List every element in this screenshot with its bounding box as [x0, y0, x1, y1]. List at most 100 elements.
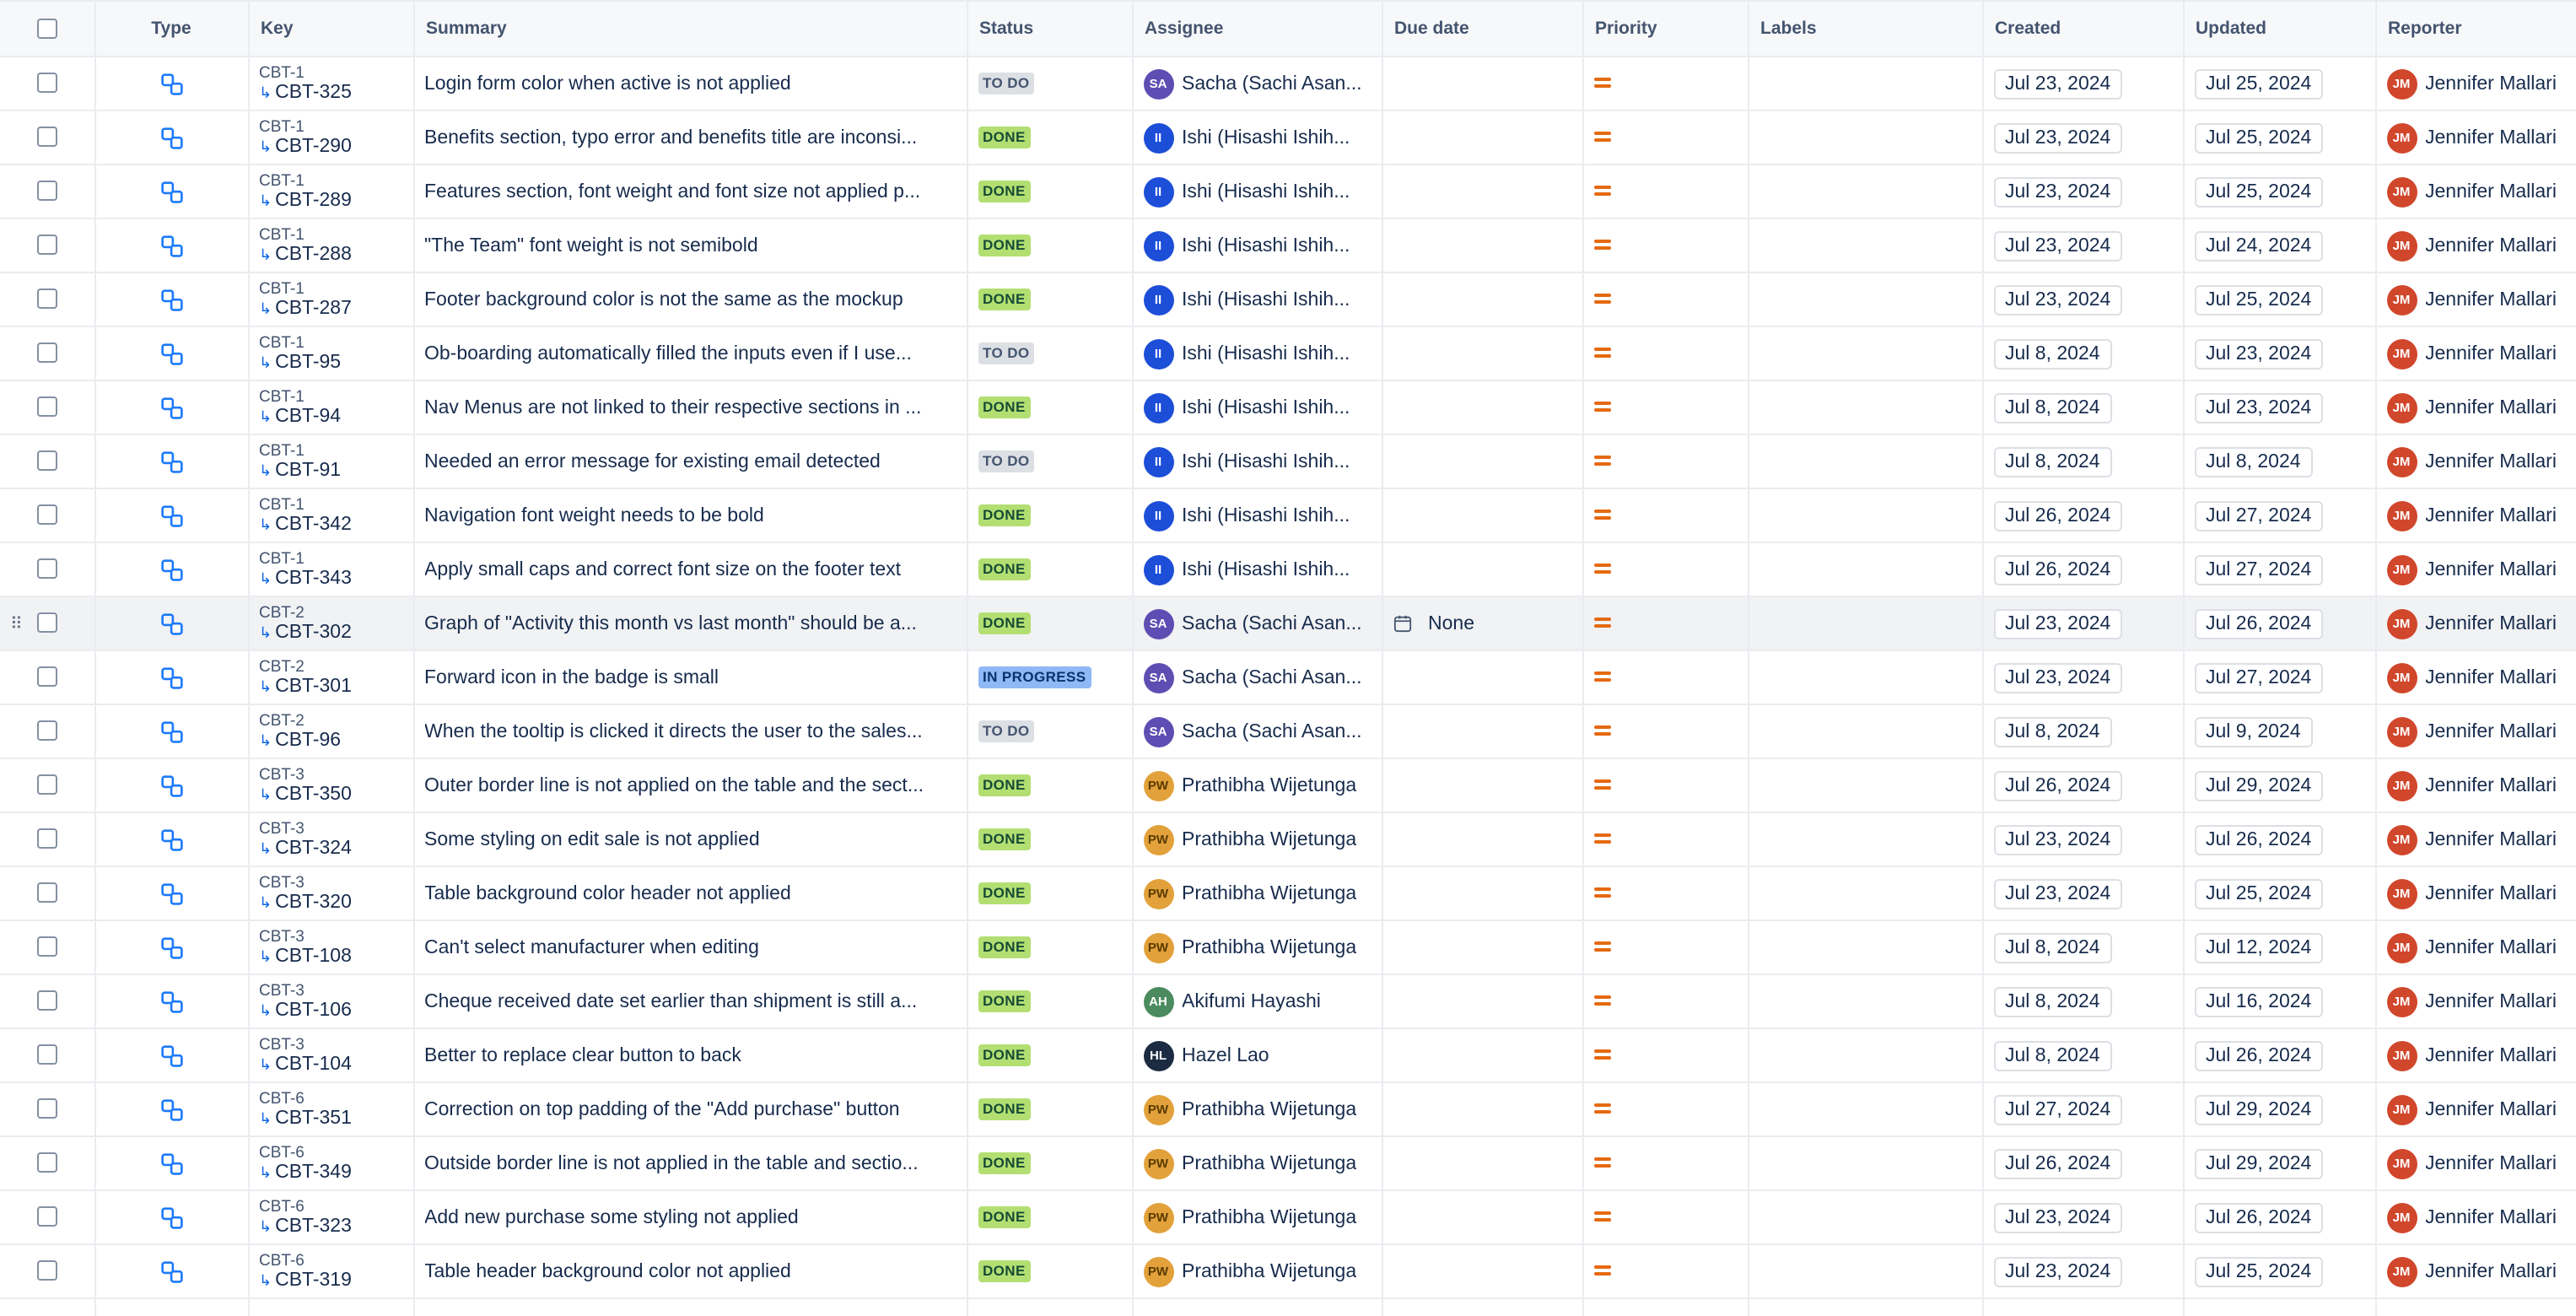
labels-cell[interactable]	[1748, 218, 1983, 273]
col-header-status[interactable]: Status	[967, 0, 1133, 57]
status-badge[interactable]: DONE	[978, 396, 1031, 418]
priority-cell[interactable]	[1582, 1082, 1749, 1137]
priority-cell[interactable]	[1582, 1244, 1749, 1299]
assignee-cell[interactable]: PW Prathibha Wijetunga	[1132, 1082, 1382, 1137]
due-date-cell[interactable]	[1382, 542, 1583, 597]
reporter-cell[interactable]: JM Jennifer Mallari	[2375, 1136, 2576, 1191]
labels-cell[interactable]	[1748, 542, 1983, 597]
reporter-cell[interactable]: JM Jennifer Mallari	[2375, 704, 2576, 759]
row-checkbox[interactable]	[36, 289, 57, 310]
reporter-cell[interactable]: JM Jennifer Mallari	[2375, 596, 2576, 651]
assignee-cell[interactable]: II Ishi (Hisashi Ishih...	[1132, 218, 1382, 273]
assignee-cell[interactable]: HL Hazel Lao	[1132, 1028, 1382, 1083]
summary-cell[interactable]: Login form color when active is not appl…	[413, 57, 967, 111]
labels-cell[interactable]	[1748, 1190, 1983, 1245]
labels-cell[interactable]	[1748, 974, 1983, 1029]
issue-key-link[interactable]: CBT-325	[275, 83, 352, 103]
status-cell[interactable]: DONE	[967, 111, 1133, 165]
drag-handle-icon[interactable]: ⠿	[10, 616, 23, 634]
status-cell[interactable]: TO DO	[967, 704, 1133, 759]
summary-cell[interactable]: Apply small caps and correct font size o…	[413, 542, 967, 597]
row-checkbox[interactable]	[36, 990, 57, 1011]
priority-cell[interactable]	[1582, 920, 1749, 975]
priority-cell[interactable]	[1582, 542, 1749, 597]
status-cell[interactable]: DONE	[967, 1244, 1133, 1299]
table-row[interactable]: CBT-3 ↳ CBT-320 Table background color he…	[0, 866, 2576, 921]
labels-cell[interactable]	[1748, 650, 1983, 705]
status-cell[interactable]: DONE	[967, 380, 1133, 435]
table-row[interactable]: CBT-3 ↳ CBT-350 Outer border line is not …	[0, 758, 2576, 813]
labels-cell[interactable]	[1748, 758, 1983, 813]
parent-key[interactable]: CBT-1	[259, 280, 402, 299]
summary-cell[interactable]: Table header background color not applie…	[413, 1244, 967, 1299]
reporter-cell[interactable]: JM Jennifer Mallari	[2375, 272, 2576, 327]
summary-text[interactable]: Cheque received date set earlier than sh…	[424, 991, 956, 1011]
parent-key[interactable]: CBT-1	[259, 172, 402, 191]
status-badge[interactable]: DONE	[978, 289, 1031, 310]
summary-text[interactable]: Footer background color is not the same …	[424, 289, 956, 310]
reporter-cell[interactable]: JM Jennifer Mallari	[2375, 1190, 2576, 1245]
labels-cell[interactable]	[1748, 1028, 1983, 1083]
priority-cell[interactable]	[1582, 218, 1749, 273]
summary-text[interactable]: Add new purchase some styling not applie…	[424, 1207, 956, 1227]
due-date-cell[interactable]: None	[1382, 596, 1583, 651]
priority-cell[interactable]	[1582, 272, 1749, 327]
assignee-cell[interactable]: II Ishi (Hisashi Ishih...	[1132, 380, 1382, 435]
summary-text[interactable]: Apply small caps and correct font size o…	[424, 559, 956, 580]
issue-key-link[interactable]: CBT-94	[275, 407, 341, 427]
summary-text[interactable]: Outer border line is not applied on the …	[424, 775, 956, 796]
table-row[interactable]: CBT-1 ↳ CBT-325 Login form color when act…	[0, 57, 2576, 111]
priority-cell[interactable]	[1582, 974, 1749, 1029]
summary-cell[interactable]: Some styling on edit sale is not applied	[413, 812, 967, 867]
status-badge[interactable]: DONE	[978, 774, 1031, 796]
parent-key[interactable]: CBT-3	[259, 874, 402, 893]
row-checkbox[interactable]	[36, 73, 57, 94]
status-badge[interactable]: IN PROGRESS	[978, 666, 1091, 688]
assignee-cell[interactable]: II Ishi (Hisashi Ishih...	[1132, 164, 1382, 219]
issue-key-link[interactable]: CBT-319	[275, 1270, 352, 1291]
status-cell[interactable]: DONE	[967, 1028, 1133, 1083]
issue-key-link[interactable]: CBT-320	[275, 893, 352, 913]
issue-key-link[interactable]: CBT-350	[275, 785, 352, 805]
due-date-cell[interactable]	[1382, 164, 1583, 219]
issue-key-link[interactable]: CBT-301	[275, 677, 352, 697]
status-badge[interactable]: DONE	[978, 504, 1031, 526]
reporter-cell[interactable]: JM Jennifer Mallari	[2375, 380, 2576, 435]
labels-cell[interactable]	[1748, 704, 1983, 759]
table-row[interactable]: CBT-1 ↳ CBT-94 Nav Menus are not linked t…	[0, 380, 2576, 435]
summary-text[interactable]: Login form color when active is not appl…	[424, 73, 956, 94]
parent-key[interactable]: CBT-2	[259, 712, 402, 731]
row-checkbox[interactable]	[36, 936, 57, 957]
summary-cell[interactable]: Outer border line is not applied on the …	[413, 758, 967, 813]
col-header-priority[interactable]: Priority	[1582, 0, 1749, 57]
parent-key[interactable]: CBT-6	[259, 1144, 402, 1162]
col-header-summary[interactable]: Summary	[413, 0, 967, 57]
row-checkbox[interactable]	[36, 720, 57, 742]
due-date-cell[interactable]	[1382, 974, 1583, 1029]
parent-key[interactable]: CBT-2	[259, 658, 402, 677]
due-date-cell[interactable]	[1382, 488, 1583, 543]
assignee-cell[interactable]: SA Sacha (Sachi Asan...	[1132, 650, 1382, 705]
summary-text[interactable]: Graph of "Activity this month vs last mo…	[424, 613, 956, 634]
summary-cell[interactable]: Table background color header not applie…	[413, 866, 967, 921]
issue-key-link[interactable]: CBT-349	[275, 1162, 352, 1183]
reporter-cell[interactable]: JM Jennifer Mallari	[2375, 326, 2576, 381]
summary-text[interactable]: When the tooltip is clicked it directs t…	[424, 721, 956, 742]
status-badge[interactable]: DONE	[978, 828, 1031, 850]
labels-cell[interactable]	[1748, 434, 1983, 489]
parent-key[interactable]: CBT-6	[259, 1198, 402, 1216]
status-cell[interactable]: TO DO	[967, 57, 1133, 111]
assignee-cell[interactable]: II Ishi (Hisashi Ishih...	[1132, 488, 1382, 543]
issue-key-link[interactable]: CBT-106	[275, 1000, 352, 1021]
issue-key-link[interactable]: CBT-91	[275, 461, 341, 481]
col-header-reporter[interactable]: Reporter	[2375, 0, 2576, 57]
parent-key[interactable]: CBT-2	[259, 604, 402, 623]
priority-cell[interactable]	[1582, 704, 1749, 759]
parent-key[interactable]: CBT-3	[259, 766, 402, 785]
due-date-cell[interactable]	[1382, 920, 1583, 975]
priority-cell[interactable]	[1582, 650, 1749, 705]
table-row[interactable]: CBT-1 ↳ CBT-288 "The Team" font weight is…	[0, 218, 2576, 273]
labels-cell[interactable]	[1748, 920, 1983, 975]
labels-cell[interactable]	[1748, 380, 1983, 435]
table-row[interactable]: CBT-2 ↳ CBT-96 When the tooltip is clicke…	[0, 704, 2576, 759]
